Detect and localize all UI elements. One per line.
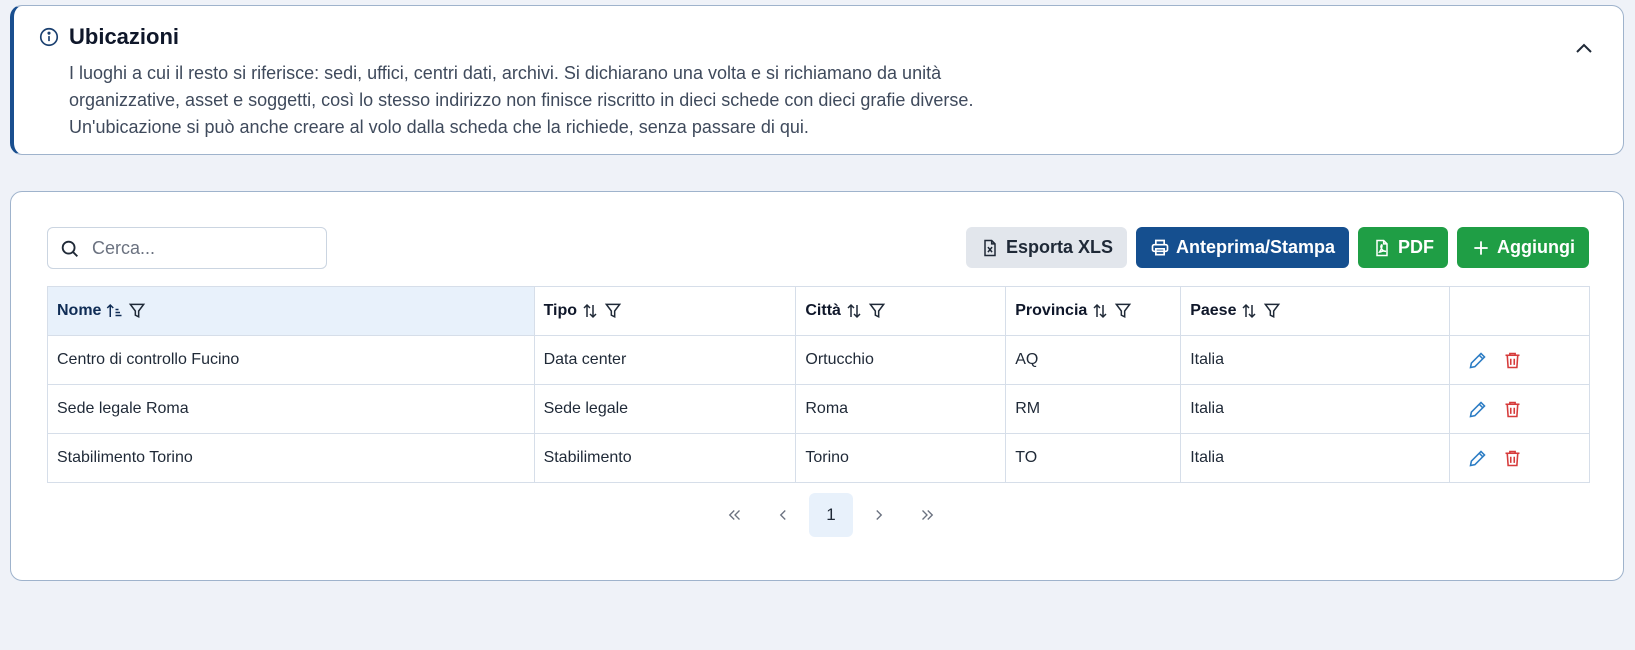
cell-citta: Roma — [795, 384, 1007, 434]
description-line: I luoghi a cui il resto si riferisce: se… — [69, 63, 942, 83]
print-preview-label: Anteprima/Stampa — [1175, 237, 1336, 257]
cell-tipo: Sede legale — [533, 384, 797, 434]
filter-icon[interactable] — [867, 301, 887, 321]
cell-nome: Centro di controllo Fucino — [47, 335, 535, 385]
cell-nome: Sede legale Roma — [47, 384, 535, 434]
sort-icon[interactable] — [845, 302, 863, 320]
delete-button[interactable] — [1502, 350, 1523, 371]
table-row[interactable]: Sede legale Roma Sede legale Roma RM Ita… — [47, 384, 1590, 434]
table-header-row: Nome Tipo Città Provincia Paese — [47, 286, 1590, 336]
cell-actions — [1449, 335, 1590, 385]
column-header-provincia[interactable]: Provincia — [1005, 286, 1182, 336]
cell-actions — [1449, 433, 1590, 483]
column-label: Nome — [57, 302, 102, 319]
chevrons-right-icon — [922, 510, 934, 520]
file-excel-icon — [984, 239, 996, 256]
cell-actions — [1449, 384, 1590, 434]
sort-icon[interactable] — [581, 302, 599, 320]
info-icon — [38, 26, 60, 48]
pencil-icon — [1469, 400, 1486, 418]
filter-icon[interactable] — [1262, 301, 1282, 321]
description-line: organizzative, asset e soggetti, così lo… — [69, 90, 974, 110]
delete-button[interactable] — [1502, 399, 1523, 420]
search-input[interactable] — [92, 232, 317, 264]
edit-button[interactable] — [1467, 448, 1488, 469]
table-row[interactable]: Centro di controllo Fucino Data center O… — [47, 335, 1590, 385]
locations-table: Nome Tipo Città Provincia Paese Centro d… — [47, 286, 1590, 483]
edit-button[interactable] — [1467, 350, 1488, 371]
first-page-button[interactable] — [713, 493, 757, 537]
toolbar: Esporta XLS Anteprima/Stampa PDF Aggiung… — [965, 227, 1589, 268]
cell-citta: Ortucchio — [795, 335, 1007, 385]
printer-icon — [1151, 239, 1169, 255]
trash-icon — [1505, 401, 1520, 417]
edit-button[interactable] — [1467, 399, 1488, 420]
previous-page-button[interactable] — [761, 493, 805, 537]
cell-provincia: AQ — [1005, 335, 1182, 385]
column-header-tipo[interactable]: Tipo — [533, 286, 797, 336]
pagination: 1 — [713, 493, 949, 537]
info-panel: Ubicazioni I luoghi a cui il resto si ri… — [10, 5, 1624, 155]
export-xls-button[interactable]: Esporta XLS — [965, 227, 1127, 268]
column-header-paese[interactable]: Paese — [1180, 286, 1451, 336]
cell-tipo: Stabilimento — [533, 433, 797, 483]
file-pdf-icon — [1376, 239, 1388, 256]
sort-icon[interactable] — [1091, 302, 1109, 320]
column-header-actions — [1449, 286, 1590, 336]
cell-provincia: TO — [1005, 433, 1182, 483]
cell-paese: Italia — [1180, 433, 1451, 483]
cell-tipo: Data center — [533, 335, 797, 385]
chevron-up-icon — [1576, 43, 1592, 53]
column-header-nome[interactable]: Nome — [47, 286, 535, 336]
pencil-icon — [1469, 449, 1486, 467]
cell-nome: Stabilimento Torino — [47, 433, 535, 483]
table-row[interactable]: Stabilimento Torino Stabilimento Torino … — [47, 433, 1590, 483]
page-button[interactable]: 1 — [809, 493, 853, 537]
column-label: Città — [805, 302, 841, 319]
last-page-button[interactable] — [905, 493, 949, 537]
description-line: Un'ubicazione si può anche creare al vol… — [69, 117, 809, 137]
column-label: Tipo — [543, 302, 578, 319]
add-button[interactable]: Aggiungi — [1457, 227, 1589, 268]
page-description: I luoghi a cui il resto si riferisce: se… — [69, 60, 1169, 141]
filter-icon[interactable] — [1113, 301, 1133, 321]
next-page-button[interactable] — [857, 493, 901, 537]
trash-icon — [1505, 352, 1520, 368]
filter-icon[interactable] — [127, 301, 147, 321]
export-xls-label: Esporta XLS — [1005, 237, 1113, 257]
pdf-button[interactable]: PDF — [1358, 227, 1449, 268]
trash-icon — [1505, 450, 1520, 466]
chevron-left-icon — [779, 510, 786, 520]
chevron-right-icon — [876, 510, 883, 520]
column-label: Provincia — [1015, 302, 1088, 319]
cell-paese: Italia — [1180, 384, 1451, 434]
column-header-citta[interactable]: Città — [795, 286, 1007, 336]
chevrons-left-icon — [728, 510, 740, 520]
add-label: Aggiungi — [1497, 237, 1575, 257]
table-panel: Esporta XLS Anteprima/Stampa PDF Aggiung… — [10, 191, 1624, 581]
pdf-label: PDF — [1398, 237, 1435, 257]
page-title: Ubicazioni — [69, 24, 180, 49]
sort-ascending-icon[interactable] — [105, 302, 123, 320]
pencil-icon — [1469, 351, 1486, 369]
search-box — [47, 227, 327, 269]
cell-paese: Italia — [1180, 335, 1451, 385]
collapse-button[interactable] — [1571, 36, 1597, 62]
filter-icon[interactable] — [603, 301, 623, 321]
column-label: Paese — [1190, 302, 1237, 319]
delete-button[interactable] — [1502, 448, 1523, 469]
print-preview-button[interactable]: Anteprima/Stampa — [1135, 227, 1350, 268]
search-icon — [59, 238, 81, 260]
sort-icon[interactable] — [1240, 302, 1258, 320]
cell-citta: Torino — [795, 433, 1007, 483]
plus-icon — [1474, 240, 1488, 255]
cell-provincia: RM — [1005, 384, 1182, 434]
